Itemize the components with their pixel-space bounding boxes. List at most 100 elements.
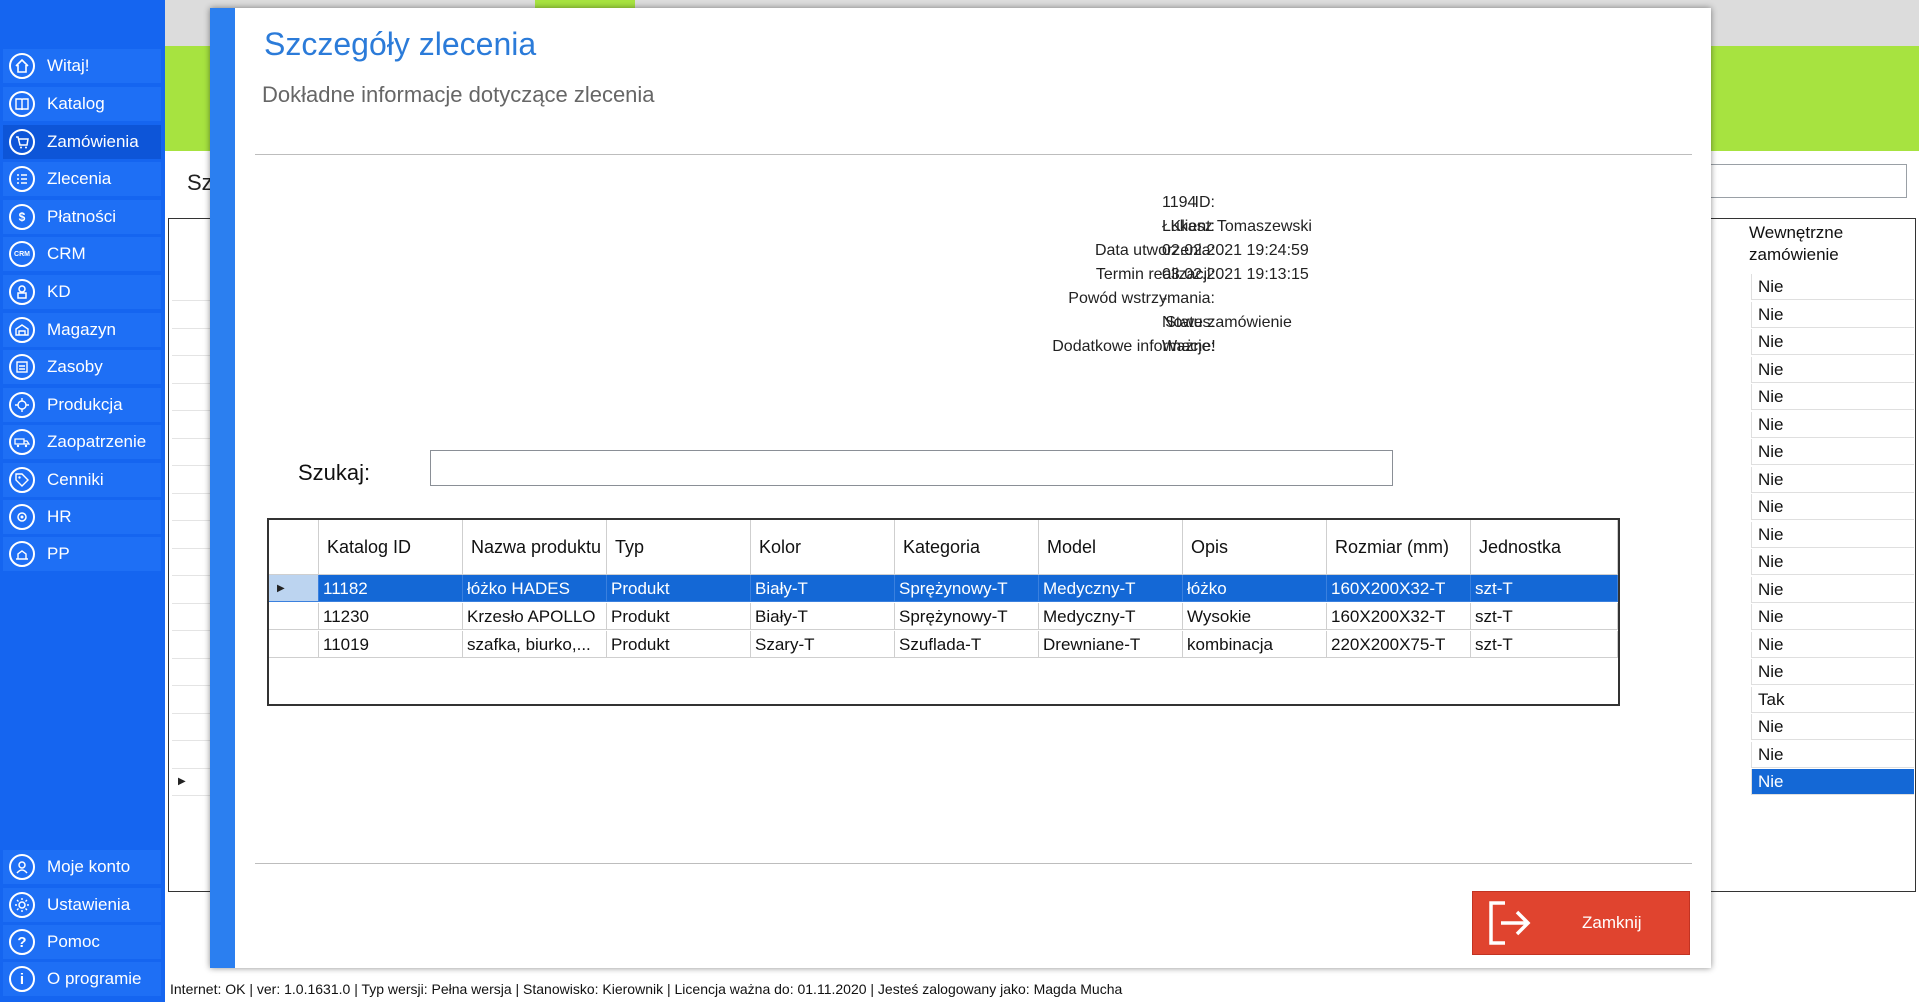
grid-cell[interactable]: 11230 (319, 603, 463, 630)
grid-cell[interactable]: kombinacja (1183, 631, 1327, 658)
grid-cell[interactable]: łóżko HADES (463, 575, 607, 602)
grid-cell[interactable]: Sprężynowy-T (895, 575, 1039, 602)
search-input[interactable] (430, 450, 1393, 486)
grid-cell[interactable]: Produkt (607, 631, 751, 658)
sidebar-item-crm[interactable]: CRM CRM (3, 237, 161, 271)
background-table-cell[interactable]: Nie (1751, 604, 1914, 630)
background-row-header[interactable] (172, 494, 212, 521)
grid-cell[interactable]: Biały-T (751, 603, 895, 630)
sidebar-item-hr[interactable]: HR (3, 500, 161, 534)
background-table-cell[interactable]: Nie (1751, 494, 1914, 520)
grid-column-header[interactable]: Model (1039, 520, 1183, 575)
grid-column-header[interactable]: Rozmiar (mm) (1327, 520, 1471, 575)
sidebar-item-zlecenia[interactable]: Zlecenia (3, 162, 161, 196)
sidebar-item-o-programie[interactable]: i O programie (3, 962, 161, 996)
grid-row[interactable]: 11019 szafka, biurko,... Produkt Szary-T Szu… (269, 631, 1618, 658)
background-row-header[interactable] (172, 522, 212, 549)
background-table-cell[interactable]: Tak (1751, 687, 1914, 713)
grid-row[interactable]: ▶ 11182 łóżko HADES Produkt Biały-T Sprężynow… (269, 575, 1618, 602)
row-header[interactable]: ▶ (269, 575, 319, 602)
sidebar-item-pp[interactable]: PP (3, 537, 161, 571)
background-table-cell[interactable]: Nie (1751, 329, 1914, 355)
grid-cell[interactable]: Krzesło APOLLO (463, 603, 607, 630)
grid-cell[interactable]: Biały-T (751, 575, 895, 602)
row-header[interactable] (269, 631, 319, 658)
background-search-input[interactable] (1700, 164, 1907, 198)
row-header[interactable] (269, 603, 319, 630)
background-row-header[interactable] (172, 549, 212, 576)
grid-column-header[interactable]: Kolor (751, 520, 895, 575)
background-row-header[interactable] (172, 302, 212, 329)
grid-cell[interactable]: szafka, biurko,... (463, 631, 607, 658)
background-table-cell[interactable]: Nie (1751, 659, 1914, 685)
background-row-header[interactable] (172, 577, 212, 604)
background-table-cell[interactable]: Nie (1751, 632, 1914, 658)
background-row-header[interactable] (172, 714, 212, 741)
background-table-cell[interactable]: Nie (1751, 549, 1914, 575)
background-table-cell[interactable]: Nie (1751, 742, 1914, 768)
grid-cell[interactable]: szt-T (1471, 631, 1618, 658)
grid-cell[interactable]: Szuflada-T (895, 631, 1039, 658)
grid-row[interactable]: 11230 Krzesło APOLLO Produkt Biały-T Sprężyn… (269, 603, 1618, 630)
grid-cell[interactable]: Medyczny-T (1039, 575, 1183, 602)
background-table-cell[interactable]: Nie (1751, 274, 1914, 300)
grid-column-header[interactable]: Kategoria (895, 520, 1039, 575)
sidebar-item-produkcja[interactable]: Produkcja (3, 388, 161, 422)
sidebar-item-ustawienia[interactable]: Ustawienia (3, 888, 161, 922)
grid-cell[interactable]: szt-T (1471, 575, 1618, 602)
grid-column-header[interactable]: Jednostka (1471, 520, 1618, 575)
grid-cell[interactable]: Sprężynowy-T (895, 603, 1039, 630)
grid-cell[interactable]: Szary-T (751, 631, 895, 658)
sidebar-item-pomoc[interactable]: ? Pomoc (3, 925, 161, 959)
background-row-header[interactable] (172, 659, 212, 686)
sidebar-item-cenniki[interactable]: Cenniki (3, 463, 161, 497)
background-row-header[interactable] (172, 439, 212, 466)
grid-cell[interactable]: Produkt (607, 575, 751, 602)
background-table-cell[interactable]: Nie (1751, 302, 1914, 328)
background-row-header[interactable] (172, 274, 212, 301)
grid-cell[interactable]: 11182 (319, 575, 463, 602)
sidebar-item-witaj[interactable]: Witaj! (3, 49, 161, 83)
grid-cell[interactable]: Wysokie (1183, 603, 1327, 630)
grid-cell[interactable]: Drewniane-T (1039, 631, 1183, 658)
background-row-header[interactable] (172, 742, 212, 769)
grid-cell[interactable]: 220X200X75-T (1327, 631, 1471, 658)
grid-column-header[interactable]: Katalog ID (319, 520, 463, 575)
background-row-header[interactable] (172, 604, 212, 631)
background-table-cell[interactable]: Nie (1751, 577, 1914, 603)
grid-cell[interactable]: 11019 (319, 631, 463, 658)
sidebar-item-zasoby[interactable]: Zasoby (3, 350, 161, 384)
grid-cell[interactable]: 160X200X32-T (1327, 603, 1471, 630)
close-button[interactable]: Zamknij (1472, 891, 1690, 955)
background-table-cell[interactable]: Nie (1751, 467, 1914, 493)
sidebar-item-zaopatrzenie[interactable]: Zaopatrzenie (3, 425, 161, 459)
background-table-cell[interactable]: Nie (1751, 522, 1914, 548)
grid-cell[interactable]: szt-T (1471, 603, 1618, 630)
sidebar-item-zamowienia[interactable]: Zamówienia (3, 125, 161, 159)
grid-cell[interactable]: Medyczny-T (1039, 603, 1183, 630)
sidebar-item-kd[interactable]: KD (3, 275, 161, 309)
grid-column-header[interactable]: Nazwa produktu (463, 520, 607, 575)
background-table-cell[interactable]: Nie (1751, 769, 1914, 795)
grid-cell[interactable]: łóżko (1183, 575, 1327, 602)
sidebar-item-platnosci[interactable]: $ Płatności (3, 200, 161, 234)
sidebar-item-katalog[interactable]: Katalog (3, 87, 161, 121)
background-table-cell[interactable]: Nie (1751, 412, 1914, 438)
background-row-header[interactable] (172, 329, 212, 356)
grid-cell[interactable]: Produkt (607, 603, 751, 630)
sidebar-item-moje-konto[interactable]: Moje konto (3, 850, 161, 884)
background-row-header[interactable] (172, 357, 212, 384)
background-table-cell[interactable]: Nie (1751, 384, 1914, 410)
background-table-cell[interactable]: Nie (1751, 714, 1914, 740)
background-row-header[interactable] (172, 632, 212, 659)
background-row-header[interactable] (172, 412, 212, 439)
background-row-header[interactable] (172, 384, 212, 411)
background-table-cell[interactable]: Nie (1751, 439, 1914, 465)
grid-column-header[interactable]: Opis (1183, 520, 1327, 575)
grid-column-header[interactable]: Typ (607, 520, 751, 575)
background-table-cell[interactable]: Nie (1751, 357, 1914, 383)
grid-cell[interactable]: 160X200X32-T (1327, 575, 1471, 602)
background-row-header[interactable] (172, 467, 212, 494)
sidebar-item-magazyn[interactable]: Magazyn (3, 313, 161, 347)
background-row-header[interactable] (172, 687, 212, 714)
